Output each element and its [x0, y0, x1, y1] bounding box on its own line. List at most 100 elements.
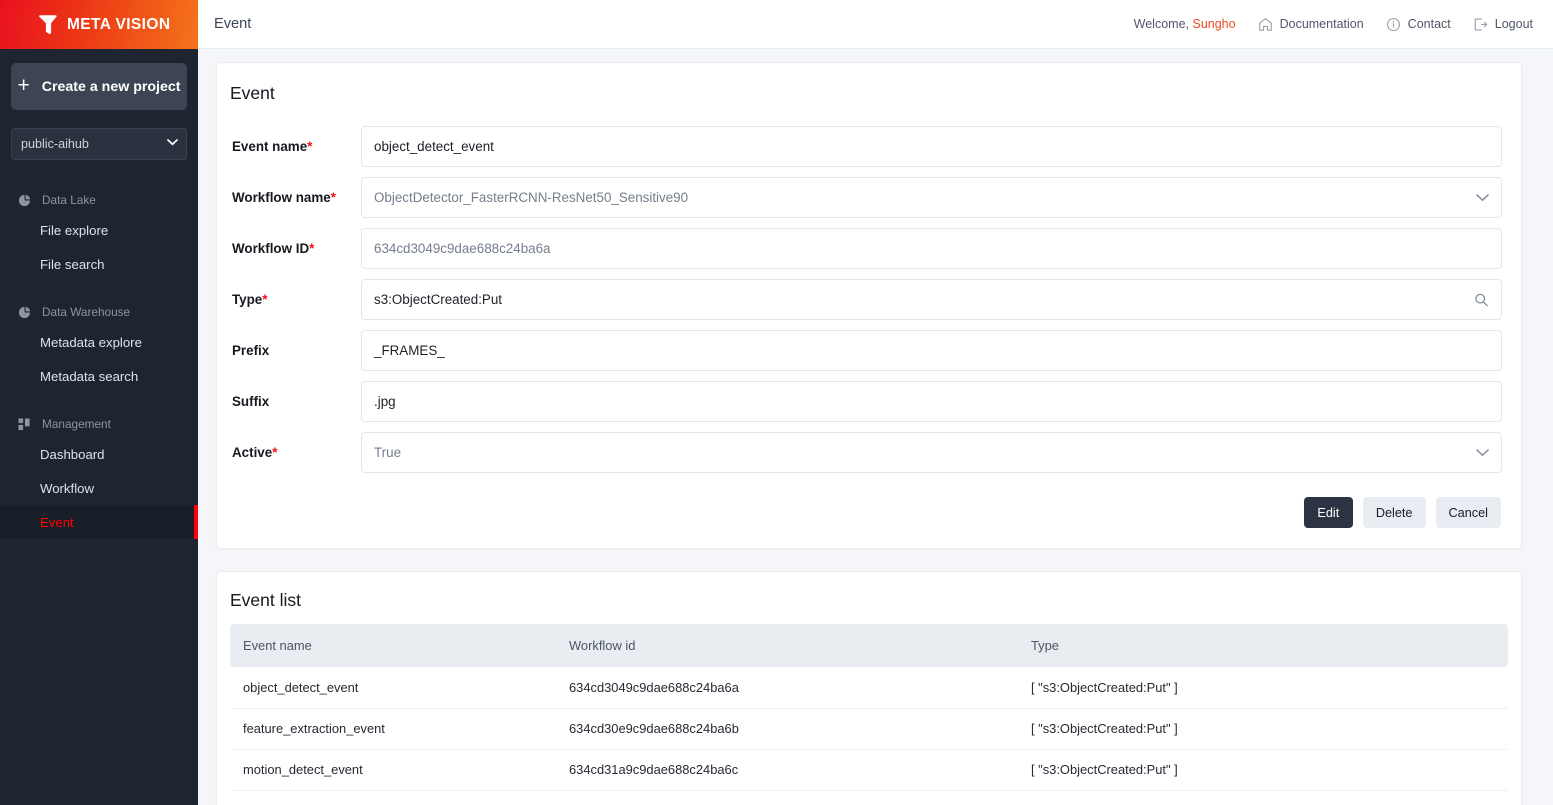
- workflow-name-value: ObjectDetector_FasterRCNN-ResNet50_Sensi…: [374, 190, 689, 205]
- prefix-value: _FRAMES_: [374, 343, 445, 358]
- cell-event-name: motion_detect_event: [230, 749, 556, 791]
- workflow-name-select[interactable]: ObjectDetector_FasterRCNN-ResNet50_Sensi…: [361, 177, 1502, 218]
- app-root: META VISION + Create a new project publi…: [0, 0, 1553, 805]
- event-form-card: Event Event name* object_detect_event Wo…: [216, 62, 1522, 549]
- create-new-project-button[interactable]: + Create a new project: [11, 63, 187, 110]
- type-input[interactable]: s3:ObjectCreated:Put: [361, 279, 1502, 320]
- contact-label: Contact: [1407, 17, 1451, 31]
- cell-workflow-id: 634cd3049c9dae688c24ba6a: [556, 667, 1018, 709]
- table-row[interactable]: feature_extraction_event 634cd30e9c9dae6…: [230, 708, 1508, 750]
- suffix-input[interactable]: .jpg: [361, 381, 1502, 422]
- sidebar-item-label: Dashboard: [40, 446, 105, 462]
- sidebar-item-metadata-explore[interactable]: Metadata explore: [0, 325, 198, 359]
- form-row-prefix: Prefix _FRAMES_: [230, 330, 1502, 371]
- form-row-event-name: Event name* object_detect_event: [230, 126, 1502, 167]
- documentation-label: Documentation: [1279, 17, 1364, 31]
- delete-button[interactable]: Delete: [1362, 497, 1426, 528]
- project-select[interactable]: public-aihub: [11, 128, 187, 160]
- contact-link[interactable]: Contact: [1386, 17, 1451, 32]
- documentation-link[interactable]: Documentation: [1258, 17, 1364, 32]
- sidebar-item-label: Workflow: [40, 480, 94, 496]
- plus-icon: +: [17, 74, 30, 97]
- cell-event-name: object_detect_event: [230, 667, 556, 709]
- brand-header[interactable]: META VISION: [0, 0, 198, 49]
- topbar-actions: Welcome, Sungho Documentation Contact Lo…: [1134, 17, 1533, 32]
- project-selector[interactable]: public-aihub: [11, 128, 187, 160]
- grid-icon: [18, 417, 30, 430]
- cell-type: [ "s3:ObjectCreated:Put" ]: [1018, 667, 1508, 709]
- form-label-suffix: Suffix: [230, 394, 361, 409]
- chevron-down-icon[interactable]: [1476, 193, 1489, 202]
- home-icon: [1258, 17, 1272, 31]
- form-label-type: Type*: [230, 292, 361, 307]
- table-header-row: Event name Workflow id Type: [230, 624, 1508, 667]
- sidebar-item-file-search[interactable]: File search: [0, 247, 198, 281]
- logout-link[interactable]: Logout: [1473, 17, 1533, 32]
- sidebar-item-label: Metadata explore: [40, 334, 142, 350]
- pie-chart-icon: [18, 194, 31, 206]
- nav-divider-spacer: [0, 393, 198, 411]
- form-row-type: Type* s3:ObjectCreated:Put: [230, 279, 1502, 320]
- form-label-prefix: Prefix: [230, 343, 361, 358]
- label-text: Workflow name: [232, 190, 331, 205]
- active-value: True: [374, 445, 402, 460]
- nav-section-label: Data Lake: [42, 193, 96, 207]
- content-area: Event Event name* object_detect_event Wo…: [198, 49, 1553, 805]
- label-text: Suffix: [232, 394, 270, 409]
- cell-type: [ "s3:ObjectCreated:Put" ]: [1018, 749, 1508, 791]
- required-asterisk: *: [309, 241, 315, 256]
- create-new-project-label: Create a new project: [41, 78, 181, 95]
- label-text: Prefix: [232, 343, 270, 358]
- funnel-logo-icon: [39, 15, 57, 35]
- sidebar-item-metadata-search[interactable]: Metadata search: [0, 359, 198, 393]
- topbar: Event Welcome, Sungho Documentation Cont…: [198, 0, 1553, 49]
- cell-event-name: feature_extraction_event: [230, 708, 556, 750]
- required-asterisk: *: [262, 292, 268, 307]
- table-row[interactable]: object_detect_event 634cd3049c9dae688c24…: [230, 667, 1508, 709]
- search-icon[interactable]: [1474, 292, 1489, 307]
- table-body: object_detect_event 634cd3049c9dae688c24…: [230, 667, 1508, 791]
- sidebar-item-workflow[interactable]: Workflow: [0, 471, 198, 505]
- nav-section-data-lake: Data Lake: [0, 187, 198, 213]
- table-row[interactable]: motion_detect_event 634cd31a9c9dae688c24…: [230, 749, 1508, 791]
- cell-type: [ "s3:ObjectCreated:Put" ]: [1018, 708, 1508, 750]
- column-header-type[interactable]: Type: [1018, 624, 1508, 667]
- prefix-input[interactable]: _FRAMES_: [361, 330, 1502, 371]
- label-text: Active: [232, 445, 273, 460]
- logout-icon: [1474, 18, 1488, 30]
- column-header-workflow-id[interactable]: Workflow id: [556, 624, 1018, 667]
- label-text: Workflow ID: [232, 241, 310, 256]
- cancel-button[interactable]: Cancel: [1435, 497, 1501, 528]
- label-text: Type: [232, 292, 263, 307]
- form-row-suffix: Suffix .jpg: [230, 381, 1502, 422]
- page-title: Event: [214, 16, 252, 32]
- main-pane: Event Welcome, Sungho Documentation Cont…: [198, 0, 1553, 805]
- sidebar-item-dashboard[interactable]: Dashboard: [0, 437, 198, 471]
- event-list-title: Event list: [230, 590, 301, 610]
- sidebar-item-event[interactable]: Event: [0, 505, 198, 539]
- form-row-active: Active* True: [230, 432, 1502, 473]
- event-form-title: Event: [230, 83, 275, 103]
- column-header-event-name[interactable]: Event name: [230, 624, 556, 667]
- required-asterisk: *: [330, 190, 336, 205]
- form-actions: Edit Delete Cancel: [230, 497, 1502, 528]
- suffix-value: .jpg: [374, 394, 396, 409]
- username: Sungho: [1192, 17, 1236, 31]
- logout-label: Logout: [1494, 17, 1533, 31]
- active-select[interactable]: True: [361, 432, 1502, 473]
- workflow-id-input[interactable]: 634cd3049c9dae688c24ba6a: [361, 228, 1502, 269]
- form-label-workflow-name: Workflow name*: [230, 190, 361, 205]
- nav-divider-spacer: [0, 281, 198, 299]
- event-name-input[interactable]: object_detect_event: [361, 126, 1502, 167]
- form-label-workflow-id: Workflow ID*: [230, 241, 361, 256]
- sidebar-item-label: File search: [40, 256, 105, 272]
- brand-name: META VISION: [67, 15, 171, 33]
- form-row-workflow-id: Workflow ID* 634cd3049c9dae688c24ba6a: [230, 228, 1502, 269]
- chevron-down-icon[interactable]: [1476, 448, 1489, 457]
- sidebar-item-label: File explore: [40, 222, 109, 238]
- sidebar-item-file-explore[interactable]: File explore: [0, 213, 198, 247]
- form-label-event-name: Event name*: [230, 139, 361, 154]
- cell-workflow-id: 634cd31a9c9dae688c24ba6c: [556, 749, 1018, 791]
- edit-button[interactable]: Edit: [1303, 497, 1353, 528]
- required-asterisk: *: [272, 445, 278, 460]
